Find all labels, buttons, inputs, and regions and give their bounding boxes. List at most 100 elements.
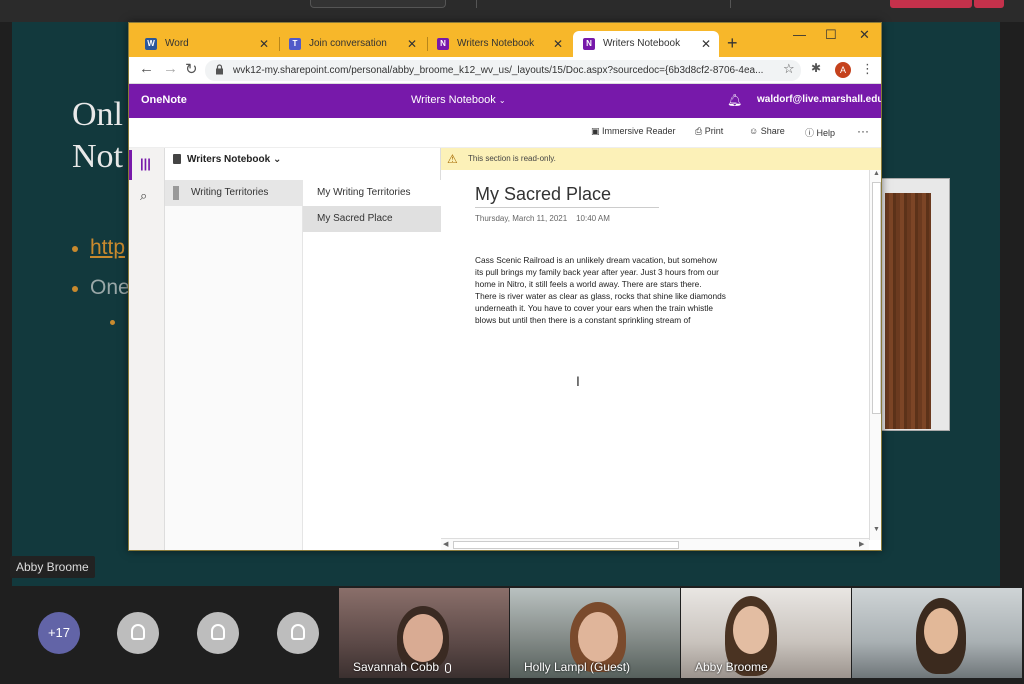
notebooks-icon[interactable]: ||| (140, 156, 151, 171)
help-icon: ⓘ (805, 128, 815, 138)
scroll-down-icon[interactable]: ▼ (873, 526, 880, 533)
profile-avatar[interactable]: A (835, 62, 851, 78)
chevron-down-icon: ⌄ (272, 154, 282, 165)
forward-icon[interactable]: → (163, 60, 178, 77)
video-tile-holly-lampl[interactable]: Holly Lampl (Guest) (510, 588, 680, 678)
video-tile-participant-4[interactable] (852, 588, 1022, 678)
navigation-rail: ||| ⌕ (129, 148, 165, 550)
participant-avatar[interactable] (117, 612, 159, 654)
tab-label: Join conversation (309, 38, 387, 49)
participant-avatar[interactable] (277, 612, 319, 654)
onenote-brand[interactable]: OneNote (141, 94, 187, 106)
immersive-reader-button[interactable]: ▣ Immersive Reader (591, 126, 676, 137)
notebook-dropdown[interactable]: Writers Notebook ⌄ (173, 154, 281, 165)
participant-face (403, 614, 443, 662)
onenote-header: OneNote Writers Notebook ⌄ 🔔︎ waldorf@li… (129, 84, 881, 118)
page-canvas[interactable]: ⚠ This section is read-only. My Sacred P… (441, 148, 881, 550)
close-icon[interactable]: ✕ (259, 31, 269, 57)
chevron-down-icon: ⌄ (498, 96, 506, 105)
reload-icon[interactable]: ↻ (185, 60, 198, 78)
chrome-menu-icon[interactable]: ⋮ (861, 61, 874, 77)
participant-avatar[interactable] (197, 612, 239, 654)
share-label: Share (760, 126, 785, 136)
scrollbar-thumb[interactable] (872, 182, 881, 414)
word-icon: W (145, 38, 157, 50)
address-bar-row: ← → ↻ wvk12-my.sharepoint.com/personal/a… (129, 57, 881, 84)
participant-name: Holly Lampl (Guest) (524, 660, 631, 674)
video-tile-savannah-cobb[interactable]: Savannah Cobb (339, 588, 509, 678)
scroll-up-icon[interactable]: ▲ (873, 170, 880, 177)
microphone-icon (445, 663, 451, 673)
more-participants-button[interactable]: +17 (38, 612, 80, 654)
horizontal-scrollbar[interactable]: ◀ ▶ (441, 538, 869, 550)
page-title[interactable]: My Sacred Place (475, 184, 659, 208)
browser-window: W Word ✕ T Join conversation ✕ N Writers… (128, 22, 882, 551)
pages-list: My Writing Territories My Sacred Place (303, 180, 441, 550)
search-icon[interactable]: ⌕ (140, 188, 147, 204)
more-options-button[interactable]: ··· (857, 124, 869, 138)
help-button[interactable]: ⓘ Help (805, 126, 835, 139)
readonly-notice-bar: ⚠ This section is read-only. (441, 148, 881, 170)
meeting-search-box[interactable] (310, 0, 446, 8)
tab-writers-notebook-active[interactable]: N Writers Notebook ✕ (573, 31, 719, 57)
extensions-icon[interactable]: ✱ (811, 61, 821, 75)
section-item-writing-territories[interactable]: Writing Territories (165, 180, 303, 206)
print-label: Print (704, 126, 724, 136)
bookmark-star-icon[interactable]: ☆ (783, 61, 795, 77)
participant-face (924, 608, 958, 654)
immersive-reader-label: Immersive Reader (602, 126, 676, 136)
leave-button[interactable] (890, 0, 972, 8)
print-button[interactable]: ⎙ Print (695, 126, 723, 137)
minimize-icon[interactable]: — (793, 27, 806, 42)
tab-label: Word (165, 38, 189, 49)
printer-icon: ⎙ (695, 126, 703, 136)
person-icon (211, 624, 225, 640)
body-line: underneath it. You have to cover your ea… (475, 303, 713, 313)
tab-label: Writers Notebook (603, 38, 681, 49)
onenote-ribbon: ▣ Immersive Reader ⎙ Print ☺ Share ⓘ Hel… (129, 118, 881, 148)
close-icon[interactable]: ✕ (701, 31, 711, 57)
tab-strip: W Word ✕ T Join conversation ✕ N Writers… (129, 23, 881, 57)
tab-join-conversation[interactable]: T Join conversation ✕ (279, 31, 425, 57)
new-tab-button[interactable]: + (727, 31, 738, 55)
video-tile-abby-broome[interactable]: Abby Broome (681, 588, 851, 678)
account-name[interactable]: waldorf@live.marshall.edu (757, 94, 881, 105)
close-icon[interactable]: ✕ (407, 31, 417, 57)
body-line: There is river water as clear as glass, … (475, 291, 726, 301)
teams-icon: T (289, 38, 301, 50)
close-icon[interactable]: ✕ (553, 31, 563, 57)
sections-list: Writing Territories (165, 180, 303, 550)
text-cursor-icon: I (576, 373, 580, 389)
participant-face (578, 612, 618, 662)
url-field[interactable]: wvk12-my.sharepoint.com/personal/abby_br… (205, 60, 801, 81)
page-label: My Writing Territories (317, 187, 411, 198)
notebook-panel: Writers Notebook ⌄ Writing Territories M… (165, 148, 441, 550)
scrollbar-thumb[interactable] (453, 541, 679, 549)
immersive-reader-icon: ▣ (591, 126, 600, 136)
share-button[interactable]: ☺ Share (749, 126, 785, 136)
bell-icon[interactable]: 🔔︎ (727, 93, 742, 107)
body-line: home in Nitro, it still feels a world aw… (475, 279, 702, 289)
tab-word[interactable]: W Word ✕ (135, 31, 277, 57)
onenote-icon: N (437, 38, 449, 50)
window-close-icon[interactable]: ✕ (859, 27, 870, 43)
maximize-icon[interactable]: ☐ (825, 27, 837, 43)
help-label: Help (816, 128, 836, 138)
slide-bullet-1: http (90, 236, 125, 260)
warning-icon: ⚠ (447, 152, 458, 166)
page-body[interactable]: Cass Scenic Railroad is an unlikely drea… (475, 254, 775, 326)
page-item-my-sacred-place[interactable]: My Sacred Place (303, 206, 441, 232)
back-icon[interactable]: ← (139, 60, 154, 77)
tab-writers-notebook[interactable]: N Writers Notebook ✕ (427, 31, 571, 57)
notebook-switcher[interactable]: Writers Notebook ⌄ (411, 94, 506, 106)
tab-label: Writers Notebook (457, 38, 535, 49)
notebook-icon (173, 154, 181, 165)
vertical-scrollbar[interactable]: ▲ ▼ (869, 170, 881, 540)
notebook-switcher-label: Writers Notebook (411, 94, 496, 106)
scroll-left-icon[interactable]: ◀ (443, 540, 448, 548)
leave-dropdown-button[interactable] (974, 0, 1004, 8)
page-item-my-writing-territories[interactable]: My Writing Territories (303, 180, 441, 206)
bullet-dot (72, 246, 78, 252)
scroll-right-icon[interactable]: ▶ (859, 540, 864, 548)
slide-link: http (90, 236, 126, 259)
